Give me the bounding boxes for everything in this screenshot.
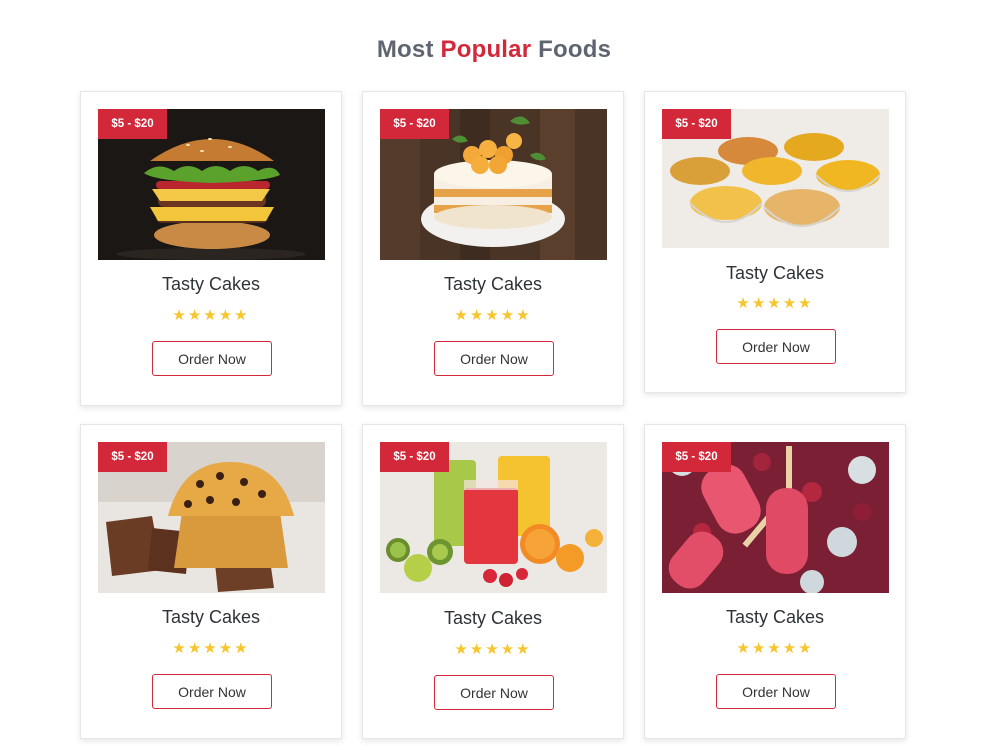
star-rating: ★★★★★ <box>736 295 814 312</box>
order-now-button[interactable]: Order Now <box>152 341 272 376</box>
food-card: $5 - $20 Tasty Cakes ★★★★★ Order Now <box>362 424 624 739</box>
order-now-button[interactable]: Order Now <box>716 674 836 709</box>
title-part-1: Most <box>376 36 434 63</box>
food-card: $5 - $20 Tasty Cakes ★★★★★ Order Now <box>644 424 906 739</box>
price-badge: $5 - $20 <box>380 109 449 139</box>
popular-foods-section: Most Popular Foods $5 - $20 Tasty Cakes … <box>0 0 1000 750</box>
food-card: $5 - $20 Tasty Cakes ★★★★★ Order Now <box>362 91 624 406</box>
star-rating: ★★★★★ <box>454 307 532 324</box>
card-title: Tasty Cakes <box>161 607 261 627</box>
price-badge: $5 - $20 <box>98 109 167 139</box>
price-badge: $5 - $20 <box>380 442 449 472</box>
price-badge: $5 - $20 <box>662 109 731 139</box>
star-rating: ★★★★★ <box>454 641 532 658</box>
card-title: Tasty Cakes <box>725 607 825 627</box>
star-rating: ★★★★★ <box>172 640 250 657</box>
card-title: Tasty Cakes <box>443 608 543 628</box>
price-badge: $5 - $20 <box>662 442 731 472</box>
card-title: Tasty Cakes <box>725 263 825 283</box>
star-rating: ★★★★★ <box>736 640 814 657</box>
title-accent: Popular <box>440 36 532 63</box>
title-part-2: Foods <box>538 36 612 63</box>
card-title: Tasty Cakes <box>161 274 261 294</box>
order-now-button[interactable]: Order Now <box>716 329 836 364</box>
card-title: Tasty Cakes <box>443 274 543 294</box>
order-now-button[interactable]: Order Now <box>434 341 554 376</box>
food-card: $5 - $20 Tasty Cakes ★★★★★ Order Now <box>80 91 342 406</box>
star-rating: ★★★★★ <box>172 307 250 324</box>
section-title: Most Popular Foods <box>0 36 988 64</box>
order-now-button[interactable]: Order Now <box>434 675 554 710</box>
food-card: $5 - $20 Tasty Cakes ★★★★★ Order Now <box>644 91 906 393</box>
food-card: $5 - $20 Tasty Cakes ★★★★★ Order Now <box>80 424 342 739</box>
price-badge: $5 - $20 <box>98 442 167 472</box>
order-now-button[interactable]: Order Now <box>152 674 272 709</box>
